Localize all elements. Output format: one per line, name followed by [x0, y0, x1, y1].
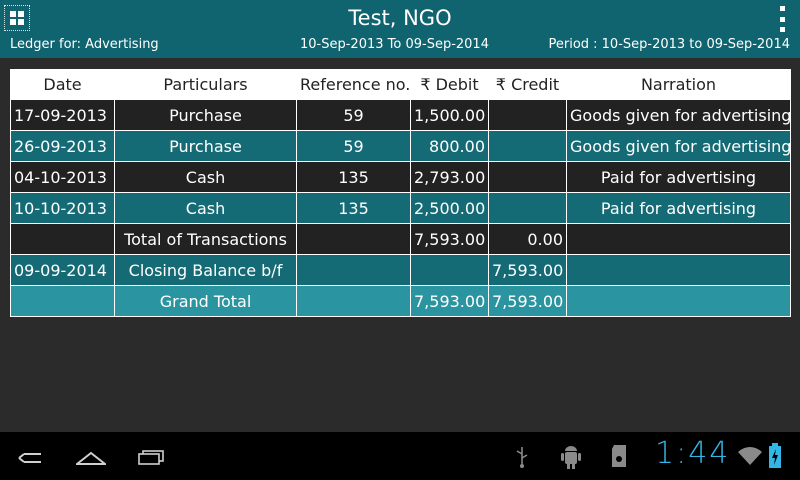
total-row: Total of Transactions 7,593.00 0.00 [10, 223, 791, 255]
cell-particulars: Total of Transactions [114, 223, 297, 255]
table-row[interactable]: 04-10-2013 Cash 135 2,793.00 Paid for ad… [10, 161, 791, 193]
page-title: Test, NGO [348, 6, 452, 30]
period-label: Period : 10-Sep-2013 to 09-Sep-2014 [548, 37, 790, 52]
column-header-debit: ₹ Debit [410, 69, 489, 100]
cell-reference: 135 [296, 192, 411, 224]
cell-particulars: Purchase [114, 130, 297, 162]
cell-particulars: Cash [114, 192, 297, 224]
usb-icon [516, 447, 528, 468]
cell-credit [488, 130, 567, 162]
home-icon[interactable] [76, 450, 106, 466]
cell-reference [296, 254, 411, 286]
cell-credit: 7,593.00 [488, 285, 567, 317]
cell-reference [296, 285, 411, 317]
cell-debit: 7,593.00 [410, 285, 489, 317]
cell-narration: Paid for advertising [566, 161, 791, 193]
ledger-table: Date Particulars Reference no. ₹ Debit ₹… [10, 69, 791, 317]
column-header-date: Date [10, 69, 115, 100]
cell-credit [488, 99, 567, 131]
cell-reference [296, 223, 411, 255]
sd-card-icon [612, 445, 626, 467]
cell-debit: 7,593.00 [410, 223, 489, 255]
cell-reference: 59 [296, 130, 411, 162]
date-range: 10-Sep-2013 To 09-Sep-2014 [300, 37, 489, 52]
column-header-particulars: Particulars [114, 69, 297, 100]
cell-debit: 2,793.00 [410, 161, 489, 193]
column-header-narration: Narration [566, 69, 791, 100]
cell-particulars: Closing Balance b/f [114, 254, 297, 286]
closing-balance-row: 09-09-2014 Closing Balance b/f 7,593.00 [10, 254, 791, 286]
cell-debit: 2,500.00 [410, 192, 489, 224]
cell-reference: 135 [296, 161, 411, 193]
cell-reference: 59 [296, 99, 411, 131]
cell-credit [488, 161, 567, 193]
cell-particulars: Purchase [114, 99, 297, 131]
cell-debit: 1,500.00 [410, 99, 489, 131]
cell-narration [566, 254, 791, 286]
cell-narration: Paid for advertising [566, 192, 791, 224]
action-bar: Test, NGO Ledger for: Advertising 10-Sep… [0, 0, 800, 58]
cell-credit [488, 192, 567, 224]
cell-particulars: Grand Total [114, 285, 297, 317]
battery-charging-icon [769, 443, 781, 468]
recent-apps-icon[interactable] [137, 449, 165, 465]
cell-credit: 0.00 [488, 223, 567, 255]
column-header-credit: ₹ Credit [488, 69, 567, 100]
column-header-reference: Reference no. [296, 69, 411, 100]
cell-narration: Goods given for advertising [566, 130, 791, 162]
back-icon[interactable] [16, 448, 44, 466]
cell-narration [566, 223, 791, 255]
cell-credit: 7,593.00 [488, 254, 567, 286]
status-clock: 1:44 [655, 436, 731, 471]
cell-particulars: Cash [114, 161, 297, 193]
grand-total-row: Grand Total 7,593.00 7,593.00 [10, 285, 791, 317]
wifi-icon [738, 447, 762, 465]
cell-date: 04-10-2013 [10, 161, 115, 193]
cell-debit: 800.00 [410, 130, 489, 162]
cell-date: 09-09-2014 [10, 254, 115, 286]
cell-date [10, 223, 115, 255]
cell-date: 26-09-2013 [10, 130, 115, 162]
table-row[interactable]: 10-10-2013 Cash 135 2,500.00 Paid for ad… [10, 192, 791, 224]
overflow-menu-icon[interactable] [780, 6, 786, 32]
cell-date [10, 285, 115, 317]
ledger-label: Ledger for: Advertising [10, 37, 159, 52]
table-header-row: Date Particulars Reference no. ₹ Debit ₹… [10, 69, 791, 100]
table-row[interactable]: 26-09-2013 Purchase 59 800.00 Goods give… [10, 130, 791, 162]
table-row[interactable]: 17-09-2013 Purchase 59 1,500.00 Goods gi… [10, 99, 791, 131]
cell-date: 10-10-2013 [10, 192, 115, 224]
android-debug-icon [561, 446, 581, 469]
cell-date: 17-09-2013 [10, 99, 115, 131]
cell-narration: Goods given for advertising [566, 99, 791, 131]
cell-debit [410, 254, 489, 286]
cell-narration [566, 285, 791, 317]
